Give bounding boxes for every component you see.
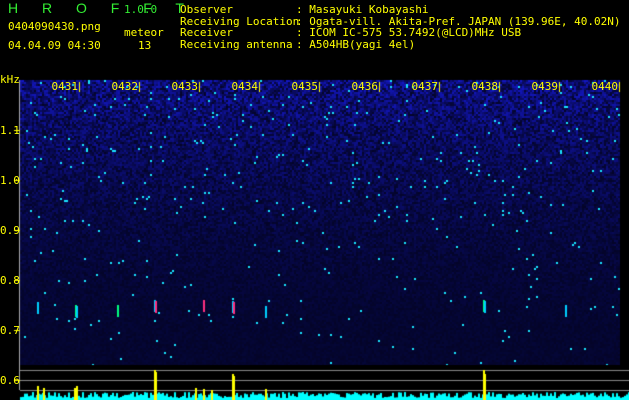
- info-value: : A504HB(yagi 4el): [296, 39, 415, 51]
- datetime: 04.04.09 04:30: [8, 40, 101, 52]
- unit-label: kHz: [0, 74, 20, 86]
- freq-label: 1.0: [0, 174, 20, 187]
- time-label: 0439: [528, 80, 558, 93]
- meteor-label: meteor: [124, 27, 164, 39]
- time-label: 0440: [588, 80, 618, 93]
- time-label: 0438: [468, 80, 498, 93]
- time-label: 0434: [228, 80, 258, 93]
- meteor-count: 13: [138, 40, 151, 52]
- time-label: 0432: [108, 80, 138, 93]
- freq-label: 0.8: [0, 274, 20, 287]
- info-label: Receiving antenna: [180, 39, 293, 51]
- freq-label: 0.9: [0, 224, 20, 237]
- freq-label: 0.7: [0, 324, 20, 337]
- time-label: 0433: [168, 80, 198, 93]
- spectrogram: [0, 0, 629, 400]
- time-label: 0435: [288, 80, 318, 93]
- time-label: 0431: [48, 80, 78, 93]
- version: 1.0.0: [124, 4, 157, 16]
- filename: 0404090430.png: [8, 21, 101, 33]
- app-logo: H R O F F T: [8, 2, 194, 14]
- time-label: 0436: [348, 80, 378, 93]
- freq-label: 1.1: [0, 124, 20, 137]
- freq-label: 0.6: [0, 374, 20, 387]
- time-label: 0437: [408, 80, 438, 93]
